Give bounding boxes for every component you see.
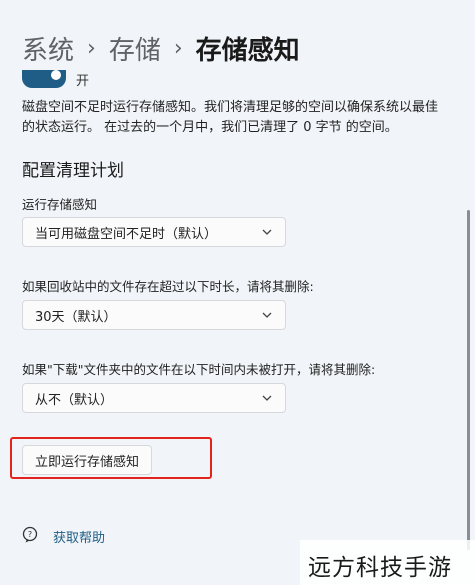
breadcrumb-separator: ›	[87, 36, 96, 61]
recycle-bin-value: 30天（默认）	[35, 309, 117, 325]
downloads-folder-select[interactable]: 从不（默认）	[22, 383, 286, 413]
run-storage-sense-select[interactable]: 当可用磁盘空间不足时（默认）	[22, 217, 286, 247]
cleanup-schedule-title: 配置清理计划	[22, 161, 124, 181]
chevron-down-icon	[262, 312, 272, 318]
breadcrumb: 系统 › 存储 › 存储感知	[22, 30, 300, 67]
scrollbar[interactable]	[467, 210, 470, 550]
breadcrumb-separator: ›	[173, 36, 183, 61]
run-storage-sense-now-button[interactable]: 立即运行存储感知	[22, 445, 152, 475]
chevron-down-icon	[262, 229, 272, 235]
recycle-bin-select[interactable]: 30天（默认）	[22, 300, 286, 330]
toggle-knob	[51, 70, 61, 80]
help-chat-icon: ?	[22, 526, 38, 543]
chevron-down-icon	[262, 395, 272, 401]
run-storage-sense-value: 当可用磁盘空间不足时（默认）	[35, 226, 218, 242]
storage-sense-toggle[interactable]	[22, 70, 66, 88]
recycle-bin-label: 如果回收站中的文件存在超过以下时长，请将其删除:	[22, 279, 314, 294]
breadcrumb-item-storage[interactable]: 存储	[109, 30, 161, 67]
storage-sense-description: 磁盘空间不足时运行存储感知。我们将清理足够的空间以确保系统以最佳的状态运行。 在…	[22, 100, 439, 135]
watermark: 远方科技手游	[308, 555, 452, 581]
svg-text:?: ?	[28, 530, 32, 539]
downloads-folder-value: 从不（默认）	[35, 392, 114, 408]
page-title: 存储感知	[195, 36, 300, 66]
breadcrumb-item-system[interactable]: 系统	[22, 30, 74, 67]
toggle-state-label: 开	[76, 74, 90, 89]
downloads-folder-label: 如果"下载"文件夹中的文件在以下时间内未被打开，请将其删除:	[22, 362, 376, 377]
get-help-link[interactable]: 获取帮助	[53, 527, 105, 546]
run-storage-sense-label: 运行存储感知	[22, 197, 98, 212]
